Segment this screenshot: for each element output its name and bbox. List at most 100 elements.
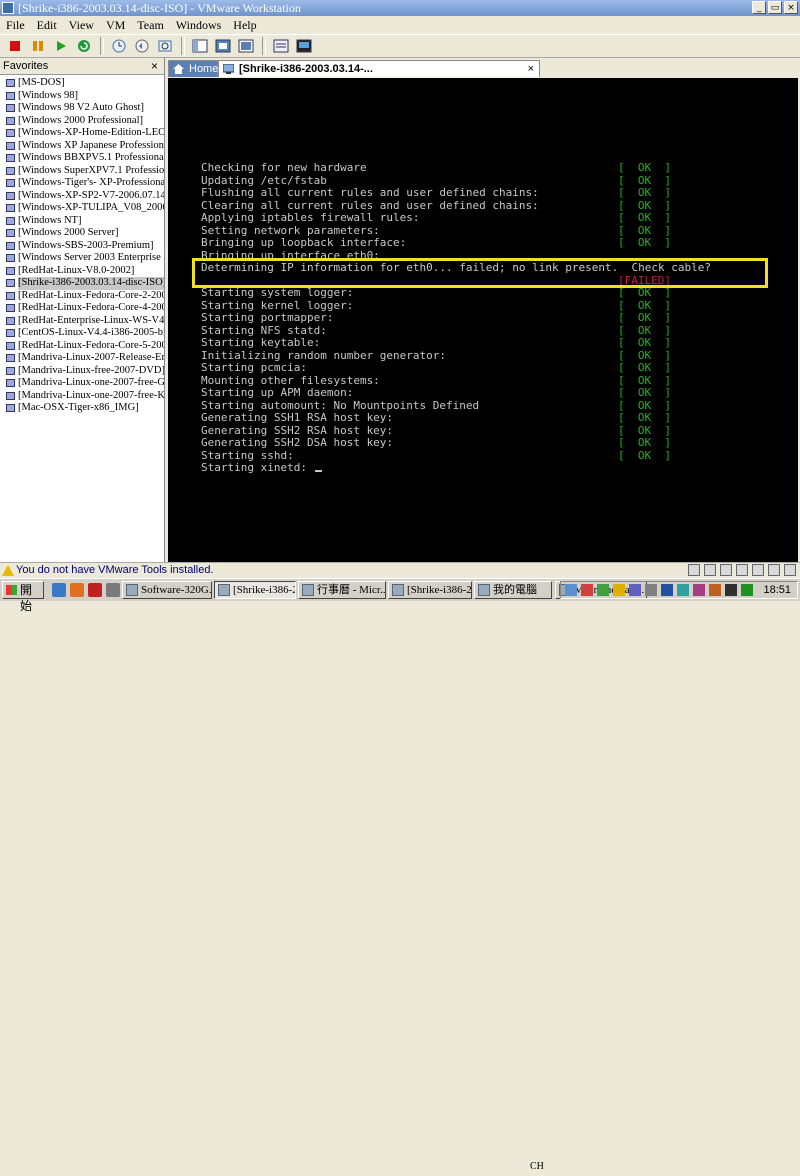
favorite-vm-item[interactable]: [Windows 2000 Professional] (0, 115, 164, 128)
reset-icon[interactable] (75, 37, 93, 55)
tray-update-icon[interactable] (709, 584, 721, 596)
vm-icon (6, 166, 15, 175)
favorite-vm-item[interactable]: [Shrike-i386-2003.03.14-disc-ISO] (0, 277, 164, 290)
favorite-vm-item[interactable]: [Mandriva-Linux-one-2007-free-KDE] (0, 390, 164, 403)
favorite-vm-item[interactable]: [Windows-XP-TULIPA_V08_2006.08 (0, 202, 164, 215)
outlook-icon[interactable] (70, 583, 84, 597)
cdrom-icon[interactable] (704, 564, 716, 576)
tray-counter-icon[interactable] (725, 584, 737, 596)
tray-display-icon[interactable] (645, 584, 657, 596)
summary-icon[interactable] (272, 37, 290, 55)
full-screen-icon[interactable] (237, 37, 255, 55)
tray-network-icon[interactable] (565, 584, 577, 596)
power-off-icon[interactable] (6, 37, 24, 55)
taskbar-button[interactable]: 我的電腦 (474, 581, 552, 599)
snapshot-manager-icon[interactable] (156, 37, 174, 55)
tray-power-icon[interactable] (741, 584, 753, 596)
favorite-vm-item[interactable]: [Windows 98] (0, 90, 164, 103)
quicklaunch-app-icon[interactable] (88, 583, 102, 597)
start-button[interactable]: 開始 (2, 581, 44, 613)
message-icon[interactable] (784, 564, 796, 576)
vm-icon (6, 129, 15, 138)
favorite-vm-label: [Windows BBXPV5.1 Professional] (18, 152, 164, 163)
favorite-vm-item[interactable]: [Windows Server 2003 Enterprise Edit (0, 252, 164, 265)
ie-icon[interactable] (52, 583, 66, 597)
favorite-vm-item[interactable]: [Windows-Tiger's- XP-Professional-20 (0, 177, 164, 190)
vm-icon (6, 91, 15, 100)
favorite-vm-item[interactable]: [MS-DOS] (0, 77, 164, 90)
hard-disk-icon[interactable] (688, 564, 700, 576)
favorite-vm-item[interactable]: [Windows BBXPV5.1 Professional] (0, 152, 164, 165)
taskbar-button[interactable]: 行事曆 - Micr... (298, 581, 386, 599)
ime-indicator[interactable]: CH (530, 1158, 544, 1176)
favorite-vm-item[interactable]: [Windows 98 V2 Auto Ghost] (0, 102, 164, 115)
tray-antivirus-icon[interactable] (581, 584, 593, 596)
menu-file[interactable]: File (0, 18, 31, 33)
tab-vm-shrike[interactable]: [Shrike-i386-2003.03.14-... × (218, 60, 540, 77)
tab-close-button[interactable]: × (528, 61, 534, 78)
usb-icon[interactable] (752, 564, 764, 576)
favorite-vm-item[interactable]: [RedHat-Linux-V8.0-2002] (0, 265, 164, 278)
taskbar-button[interactable]: [Shrike-i386-2... (388, 581, 472, 599)
taskbar-button[interactable]: [Shrike-i386-2... (214, 581, 296, 599)
favorite-vm-label: [Windows-XP-SP2-V7-2006.07.14_IS (18, 189, 164, 201)
tray-app-icon[interactable] (597, 584, 609, 596)
favorite-vm-item[interactable]: [RedHat-Linux-Fedora-Core-4-2005] (0, 302, 164, 315)
vm-icon (6, 116, 15, 125)
revert-snapshot-icon[interactable] (133, 37, 151, 55)
favorite-vm-item[interactable]: [Windows-SBS-2003-Premium] (0, 240, 164, 253)
favorite-vm-item[interactable]: [Windows XP Japanese Professional] (0, 140, 164, 153)
menu-team[interactable]: Team (131, 18, 169, 33)
restore-button[interactable]: ▭ (768, 1, 782, 14)
menu-bar: File Edit View VM Team Windows Help (0, 16, 800, 34)
tab-home[interactable]: Home (168, 60, 218, 77)
favorite-vm-item[interactable]: [Windows-XP-Home-Edition-LEO] (0, 127, 164, 140)
power-on-icon[interactable] (52, 37, 70, 55)
menu-vm[interactable]: VM (100, 18, 131, 33)
suspend-icon[interactable] (29, 37, 47, 55)
floppy-icon[interactable] (720, 564, 732, 576)
system-tray: 18:51 (560, 581, 798, 599)
favorite-vm-item[interactable]: [Windows NT] (0, 215, 164, 228)
sidebar-icon[interactable] (191, 37, 209, 55)
console-line-text: Starting sshd: (201, 448, 294, 462)
tools-warning-message[interactable]: You do not have VMware Tools installed. (16, 563, 214, 578)
favorite-vm-item[interactable]: [CentOS-Linux-V4.4-i386-2005-bin1- (0, 327, 164, 340)
favorite-vm-item[interactable]: [Mac-OSX-Tiger-x86_IMG] (0, 402, 164, 415)
favorite-vm-item[interactable]: [Mandriva-Linux-one-2007-free-Gnor (0, 377, 164, 390)
tray-sync-icon[interactable] (677, 584, 689, 596)
snapshot-icon[interactable] (110, 37, 128, 55)
tray-misc-icon[interactable] (693, 584, 705, 596)
console-view-icon[interactable] (295, 37, 313, 55)
favorite-vm-item[interactable]: [Mandriva-Linux-2007-Release-Eng-C (0, 352, 164, 365)
taskbar-button[interactable]: Software-320G... (122, 581, 212, 599)
tray-volume-icon[interactable] (629, 584, 641, 596)
favorite-vm-item[interactable]: [Windows-XP-SP2-V7-2006.07.14_IS (0, 190, 164, 203)
tray-shield-icon[interactable] (613, 584, 625, 596)
close-button[interactable]: × (784, 1, 798, 14)
menu-view[interactable]: View (63, 18, 100, 33)
sound-icon[interactable] (768, 564, 780, 576)
quick-switch-icon[interactable] (214, 37, 232, 55)
menu-windows[interactable]: Windows (170, 18, 228, 33)
favorite-vm-label: [Windows XP Japanese Professional] (18, 139, 164, 151)
network-icon[interactable] (736, 564, 748, 576)
minimize-button[interactable]: _ (752, 1, 766, 14)
vm-icon (6, 316, 15, 325)
menu-help[interactable]: Help (227, 18, 262, 33)
favorite-vm-item[interactable]: [RedHat-Linux-Fedora-Core-2-2004] (0, 290, 164, 303)
quicklaunch-more-icon[interactable] (106, 583, 120, 597)
favorite-vm-item[interactable]: [Windows 2000 Server] (0, 227, 164, 240)
menu-edit[interactable]: Edit (31, 18, 63, 33)
vm-console[interactable]: Checking for new hardware [ OK ] Updating … (168, 78, 798, 562)
tray-messenger-icon[interactable] (661, 584, 673, 596)
favorite-vm-item[interactable]: [RedHat-Linux-Fedora-Core-5-2006-i (0, 340, 164, 353)
favorite-vm-item[interactable]: [Mandriva-Linux-free-2007-DVD] (0, 365, 164, 378)
favorite-vm-label: [Windows 98 V2 Auto Ghost] (18, 102, 144, 113)
clock[interactable]: 18:51 (763, 582, 791, 598)
favorite-vm-item[interactable]: [Windows SuperXPV7.1 Professional] (0, 165, 164, 178)
favorite-vm-label: [Windows 2000 Server] (18, 227, 119, 238)
favorite-vm-item[interactable]: [RedHat-Enterprise-Linux-WS-V4.0-2 (0, 315, 164, 328)
favorites-close-button[interactable]: × (151, 58, 158, 74)
favorite-vm-label: [Mandriva-Linux-2007-Release-Eng-C (18, 352, 164, 363)
